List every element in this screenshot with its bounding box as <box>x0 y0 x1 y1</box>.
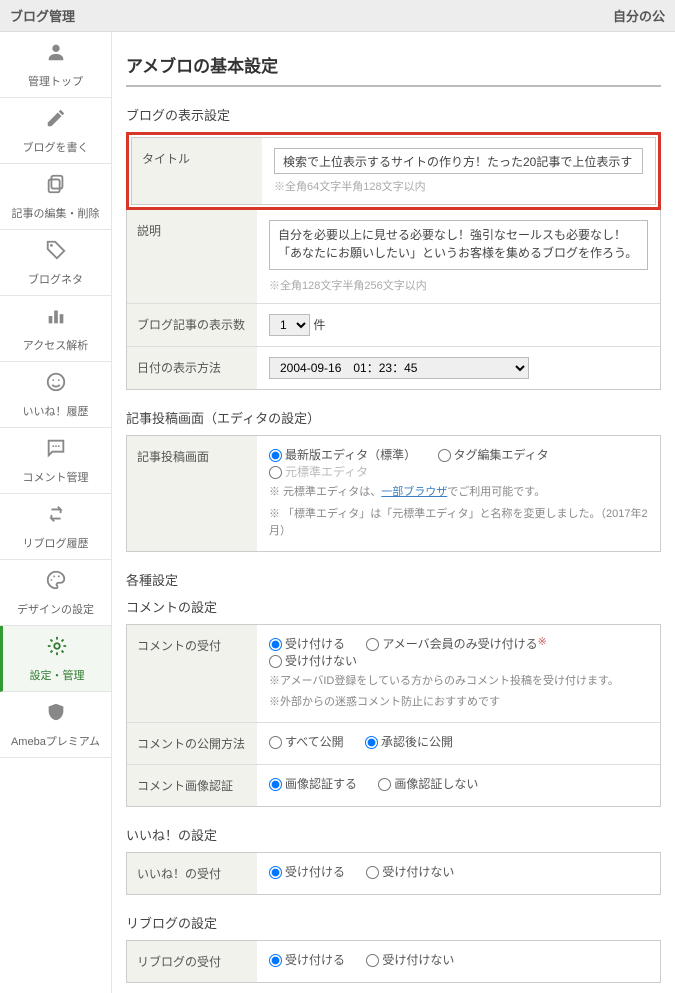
sidebar-item-like[interactable]: いいね！履歴 <box>0 362 111 428</box>
like-opt2[interactable]: 受け付けない <box>366 865 454 879</box>
page-title: アメブロの基本設定 <box>126 52 661 87</box>
copy-icon <box>45 173 67 201</box>
browser-link[interactable]: 一部ブラウザ <box>381 486 447 498</box>
sidebar-item-neta[interactable]: ブログネタ <box>0 230 111 296</box>
title-hint: ※全角64文字半角128文字以内 <box>274 178 643 194</box>
sidebar-item-top[interactable]: 管理トップ <box>0 32 111 98</box>
sidebar-item-label: ブログネタ <box>28 271 83 287</box>
bar-chart-icon <box>45 305 67 333</box>
comment-accept-note2: ※外部からの迷惑コメント防止におすすめです <box>269 694 648 712</box>
label-date-format: 日付の表示方法 <box>127 347 257 389</box>
sidebar-item-label: いいね！履歴 <box>23 403 89 419</box>
sidebar-item-label: リブログ履歴 <box>23 535 89 551</box>
label-comment-accept: コメントの受付 <box>127 625 257 722</box>
topbar-right[interactable]: 自分の公 <box>613 6 665 25</box>
sidebar-item-label: 設定・管理 <box>30 667 85 683</box>
sidebar-item-label: 記事の編集・削除 <box>12 205 100 221</box>
topbar: ブログ管理 自分の公 <box>0 0 675 32</box>
section-various: 各種設定 <box>126 570 661 589</box>
sidebar: 管理トップ ブログを書く 記事の編集・削除 ブログネタ アクセス解析 いいね！履… <box>0 32 112 993</box>
comment-accept-opt3[interactable]: 受け付けない <box>269 654 357 668</box>
main-content: アメブロの基本設定 ブログの表示設定 タイトル ※全角64文字半角128文字以内… <box>112 32 675 993</box>
section-editor-settings: 記事投稿画面（エディタの設定） <box>126 408 661 427</box>
sidebar-item-comment[interactable]: コメント管理 <box>0 428 111 494</box>
sidebar-item-design[interactable]: デザインの設定 <box>0 560 111 626</box>
editor-note1: ※ 元標準エディタは、一部ブラウザでご利用可能です。 <box>269 484 648 502</box>
sidebar-item-label: Amebaプレミアム <box>11 733 100 749</box>
section-reblog: リブログの設定 <box>126 913 661 932</box>
description-textarea[interactable] <box>269 220 648 270</box>
pencil-icon <box>45 107 67 135</box>
editor-opt1[interactable]: 最新版エディタ（標準） <box>269 448 416 462</box>
sidebar-item-settings[interactable]: 設定・管理 <box>0 626 111 692</box>
sidebar-item-reblog[interactable]: リブログ履歴 <box>0 494 111 560</box>
label-like-accept: いいね！の受付 <box>127 853 257 894</box>
editor-note2: ※ 「標準エディタ」は「元標準エディタ」と名称を変更しました。（2017年2月） <box>269 506 648 541</box>
section-display-settings: ブログの表示設定 <box>126 105 661 124</box>
section-like: いいね！の設定 <box>126 825 661 844</box>
comment-accept-note1: ※アメーバID登録をしている方からのみコメント投稿を受け付けます。 <box>269 673 648 691</box>
comment-accept-opt1[interactable]: 受け付ける <box>269 637 345 651</box>
sidebar-item-label: コメント管理 <box>23 469 89 485</box>
person-icon <box>45 41 67 69</box>
count-unit: 件 <box>313 318 325 332</box>
label-count: ブログ記事の表示数 <box>127 304 257 346</box>
sidebar-item-write[interactable]: ブログを書く <box>0 98 111 164</box>
comment-accept-opt2[interactable]: アメーバ会員のみ受け付ける※ <box>366 637 547 651</box>
palette-icon <box>45 569 67 597</box>
sidebar-item-analytics[interactable]: アクセス解析 <box>0 296 111 362</box>
smile-icon <box>45 371 67 399</box>
label-comment-captcha: コメント画像認証 <box>127 765 257 806</box>
label-comment-publish: コメントの公開方法 <box>127 723 257 764</box>
tag-icon <box>45 239 67 267</box>
repeat-icon <box>45 503 67 531</box>
like-opt1[interactable]: 受け付ける <box>269 865 345 879</box>
date-format-select[interactable]: 2004-09-16 01：23：45 <box>269 357 529 379</box>
sidebar-item-label: 管理トップ <box>28 73 83 89</box>
reblog-opt2[interactable]: 受け付けない <box>366 953 454 967</box>
reblog-opt1[interactable]: 受け付ける <box>269 953 345 967</box>
sidebar-item-label: ブログを書く <box>23 139 89 155</box>
label-editor: 記事投稿画面 <box>127 436 257 551</box>
gear-icon <box>46 635 68 663</box>
comment-captcha-opt2[interactable]: 画像認証しない <box>378 777 478 791</box>
editor-opt2[interactable]: タグ編集エディタ <box>438 448 549 462</box>
editor-opt3[interactable]: 元標準エディタ <box>269 465 368 479</box>
comment-publish-opt2[interactable]: 承認後に公開 <box>365 735 453 749</box>
highlight-title-row: タイトル ※全角64文字半角128文字以内 <box>126 132 661 210</box>
sidebar-item-label: デザインの設定 <box>17 601 94 617</box>
comment-captcha-opt1[interactable]: 画像認証する <box>269 777 357 791</box>
topbar-title: ブログ管理 <box>10 6 75 25</box>
label-title: タイトル <box>132 138 262 204</box>
section-comment: コメントの設定 <box>126 597 661 616</box>
title-input[interactable] <box>274 148 643 174</box>
sidebar-item-edit[interactable]: 記事の編集・削除 <box>0 164 111 230</box>
description-hint: ※全角128文字半角256文字以内 <box>269 277 648 293</box>
sidebar-item-label: アクセス解析 <box>23 337 88 353</box>
label-description: 説明 <box>127 210 257 303</box>
chat-icon <box>45 437 67 465</box>
sidebar-item-premium[interactable]: Amebaプレミアム <box>0 692 111 758</box>
count-select[interactable]: 1 <box>269 314 310 336</box>
comment-publish-opt1[interactable]: すべて公開 <box>269 735 344 749</box>
shield-icon <box>45 701 67 729</box>
label-reblog-accept: リブログの受付 <box>127 941 257 982</box>
